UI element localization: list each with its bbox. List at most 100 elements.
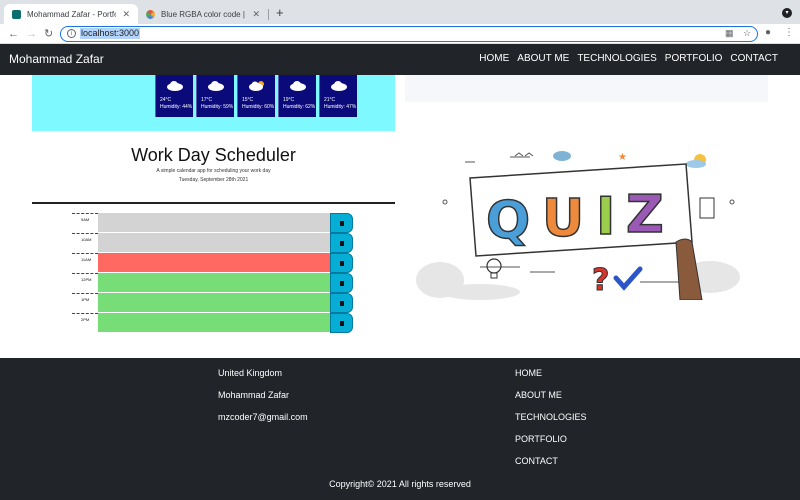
time-block-past[interactable] — [98, 233, 330, 253]
scheduler-subtitle: A simple calendar app for scheduling you… — [156, 168, 271, 174]
lock-icon — [340, 281, 344, 286]
time-block-present[interactable] — [98, 253, 330, 273]
forecast-temp: 24°C — [160, 97, 172, 103]
sun-cloud-icon — [249, 81, 264, 91]
time-block-row: 12PM — [72, 273, 353, 293]
letter-i: I — [596, 187, 615, 247]
forecast-temp: 19°C — [283, 97, 295, 103]
nav-links: HOME ABOUT ME TECHNOLOGIES PORTFOLIO CON… — [479, 53, 778, 64]
save-button[interactable] — [330, 213, 353, 233]
forecast-humidity: Humidity: 60% — [242, 104, 275, 110]
footer-link-portfolio[interactable]: PORTFOLIO — [515, 434, 567, 444]
lightbulb-icon — [486, 258, 502, 279]
nav-link-home[interactable]: HOME — [479, 53, 509, 64]
hour-label: 10AM — [72, 233, 98, 253]
forecast-temp: 21°C — [324, 97, 336, 103]
footer-email[interactable]: mzcoder7@gmail.com — [218, 412, 308, 422]
time-block-past[interactable] — [98, 213, 330, 233]
cloud-icon — [208, 81, 224, 91]
lock-icon — [340, 221, 344, 226]
footer-link-home[interactable]: HOME — [515, 368, 542, 378]
more-menu-icon[interactable]: ⋮ — [784, 27, 794, 38]
close-tab-icon[interactable]: ✕ — [252, 9, 260, 20]
site-footer: United Kingdom Mohammad Zafar mzcoder7@g… — [0, 358, 800, 500]
letter-z: Z — [626, 185, 664, 245]
bookmark-icon — [699, 197, 715, 219]
lock-icon — [340, 261, 344, 266]
browser-tab-portfolio[interactable]: Mohammad Zafar - Portfolio ✕ — [4, 4, 138, 24]
reload-icon[interactable]: ↻ — [44, 27, 53, 41]
save-button[interactable] — [330, 253, 353, 273]
nav-link-about[interactable]: ABOUT ME — [517, 53, 569, 64]
nav-link-technologies[interactable]: TECHNOLOGIES — [577, 53, 656, 64]
checkmark-icon — [613, 266, 643, 291]
time-block-row: 9AM — [72, 213, 353, 233]
profile-icon[interactable]: ● — [765, 27, 771, 38]
footer-copyright: Copyright© 2021 All rights reserved — [329, 479, 471, 489]
forecast-humidity: Humidity: 62% — [283, 104, 316, 110]
hour-label: 11AM — [72, 253, 98, 273]
forecast-card: 15°C Humidity: 60% — [237, 75, 275, 117]
quiz-letters: Q U I Z — [485, 184, 664, 252]
cloud-icon — [167, 81, 183, 91]
sun-icon — [686, 154, 706, 168]
flatuicolors-favicon-icon — [146, 9, 155, 19]
forecast-temp: 17°C — [201, 97, 213, 103]
forecast-card: 24°C Humidity: 44% — [155, 75, 193, 117]
star-icon: ★ — [618, 152, 627, 163]
lock-icon — [340, 241, 344, 246]
svg-text:?: ? — [592, 263, 609, 298]
forecast-humidity: Humidity: 59% — [201, 104, 234, 110]
save-button[interactable] — [330, 313, 353, 333]
qr-code-icon[interactable]: ▦ — [725, 28, 734, 39]
time-block-row: 2PM — [72, 313, 353, 333]
scheduler-title: Work Day Scheduler — [131, 145, 296, 165]
hour-label: 2PM — [72, 313, 98, 333]
site-info-icon[interactable]: i — [67, 29, 76, 38]
bookmark-star-icon[interactable]: ☆ — [743, 28, 751, 39]
cloud-icon — [290, 81, 306, 91]
time-block-future[interactable] — [98, 273, 330, 293]
close-tab-icon[interactable]: ✕ — [122, 9, 130, 20]
new-tab-icon[interactable]: + — [276, 5, 284, 20]
forecast-humidity: Humidity: 44% — [160, 104, 193, 110]
browser-tab-flatuicolors[interactable]: Blue RGBA color code | flatuicolo ✕ — [138, 4, 268, 24]
nav-link-contact[interactable]: CONTACT — [730, 53, 778, 64]
time-block-future[interactable] — [98, 293, 330, 313]
time-block-future[interactable] — [98, 313, 330, 333]
tab-search-icon[interactable]: ▾ — [782, 8, 792, 18]
browser-toolbar: ← → ↻ i localhost:3000 ▦ ☆ ● ⋮ — [0, 24, 800, 44]
nav-link-portfolio[interactable]: PORTFOLIO — [665, 53, 723, 64]
footer-link-technologies[interactable]: TECHNOLOGIES — [515, 412, 587, 422]
svg-text:★: ★ — [618, 152, 627, 163]
footer-name: Mohammad Zafar — [218, 390, 290, 400]
save-button[interactable] — [330, 273, 353, 293]
quiz-project-preview[interactable]: ★ Q U I Z ? — [410, 142, 768, 301]
save-button[interactable] — [330, 233, 353, 253]
weather-project-preview[interactable]: 24°C Humidity: 44% 17°C Humidity: 59% 15°C… — [32, 75, 395, 131]
cloud-icon — [553, 151, 571, 161]
address-bar[interactable]: i localhost:3000 ▦ ☆ — [60, 26, 758, 42]
time-block-row: 10AM — [72, 233, 353, 253]
browser-tab-strip: Mohammad Zafar - Portfolio ✕ Blue RGBA c… — [0, 0, 800, 24]
quiz-illustration: ★ Q U I Z ? — [416, 151, 740, 301]
project-card-placeholder — [405, 75, 768, 102]
scheduler-date: Tuesday, September 28th 2021 — [178, 177, 249, 183]
footer-location: United Kingdom — [218, 368, 283, 378]
save-button[interactable] — [330, 293, 353, 313]
brand-name[interactable]: Mohammad Zafar — [9, 52, 104, 66]
letter-q: Q — [486, 191, 530, 251]
forecast-temp: 15°C — [242, 97, 254, 103]
address-bar-url[interactable]: localhost:3000 — [80, 28, 141, 39]
forecast-humidity: Humidity: 47% — [324, 104, 357, 110]
footer-link-about[interactable]: ABOUT ME — [515, 390, 562, 400]
forward-arrow-icon[interactable]: → — [26, 27, 37, 41]
forecast-card: 17°C Humidity: 59% — [196, 75, 234, 117]
cloud-icon — [331, 81, 347, 91]
time-block-row: 1PM — [72, 293, 353, 313]
forecast-card: 21°C Humidity: 47% — [319, 75, 357, 117]
site-navbar: Mohammad Zafar HOME ABOUT ME TECHNOLOGIE… — [0, 44, 800, 75]
back-arrow-icon[interactable]: ← — [8, 27, 19, 41]
footer-link-contact[interactable]: CONTACT — [515, 456, 558, 466]
portfolio-favicon-icon — [12, 9, 21, 19]
